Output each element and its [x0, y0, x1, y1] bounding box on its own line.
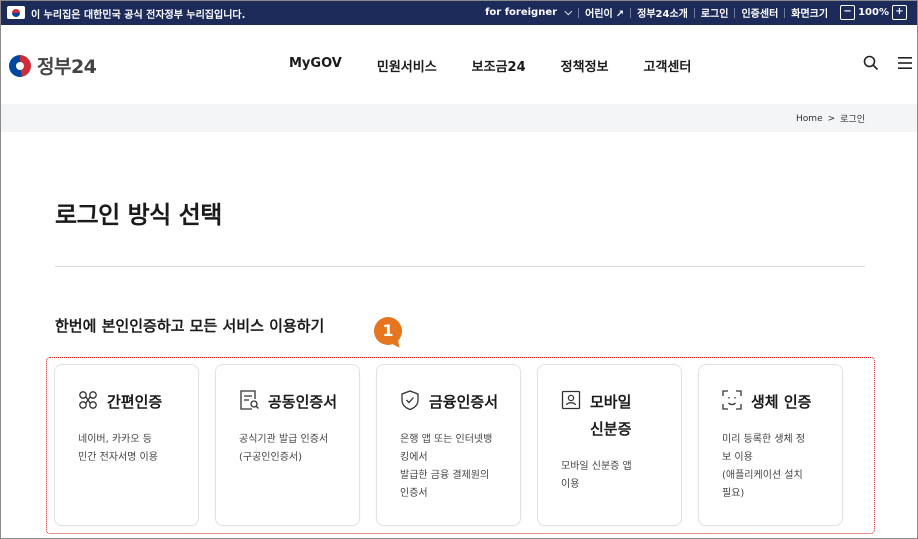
site-header: 정부24 MyGOV 민원서비스 보조금24 정책정보 고객센터	[1, 25, 917, 105]
zoom-out-button[interactable]: −	[840, 5, 856, 20]
kids-link[interactable]: 어린이 ↗	[579, 5, 630, 20]
zoom-in-button[interactable]: +	[892, 5, 907, 20]
card-description: 네이버, 카카오 등 민간 전자서명 이용	[78, 434, 158, 463]
screen-size-label: 화면크기	[791, 9, 829, 20]
cert-center-link[interactable]: 인증센터	[735, 5, 784, 20]
certificate-doc-icon	[240, 390, 259, 410]
face-scan-icon	[722, 390, 742, 410]
login-method-biometric[interactable]: 생체 인증 미리 등록한 생체 정 보 이용 (애플리케이션 설치 필요)	[698, 364, 843, 526]
login-method-simple-auth[interactable]: 간편인증 네이버, 카카오 등 민간 전자서명 이용	[54, 364, 199, 526]
card-description: 공식기관 발급 인증서 (구공인인증서)	[239, 434, 329, 463]
logo-text: 정부24	[37, 56, 97, 78]
login-link[interactable]: 로그인	[695, 5, 735, 20]
breadcrumb: Home > 로그인	[796, 112, 865, 126]
gov-notice-text: 이 누리집은 대한민국 공식 전자정부 누리집입니다.	[31, 10, 246, 21]
section-title: 한번에 본인인증하고 모든 서비스 이용하기	[55, 317, 325, 335]
nav-subsidy24[interactable]: 보조금24	[472, 56, 526, 75]
card-description: 모바일 신분증 앱 이용	[561, 461, 632, 490]
chevron-down-icon: ⌵	[564, 7, 573, 18]
card-title: 금융인증서	[429, 393, 499, 411]
about-gov24-link[interactable]: 정부24소개	[631, 5, 694, 20]
card-title: 공동인증서	[268, 393, 338, 411]
gov-emblem-icon	[9, 54, 31, 77]
external-link-icon: ↗	[615, 9, 625, 20]
search-icon[interactable]	[863, 55, 879, 71]
card-title: 간편인증	[107, 393, 163, 411]
card-description: 미리 등록한 생체 정 보 이용 (애플리케이션 설치 필요)	[722, 434, 806, 499]
browser-frame: 이 누리집은 대한민국 공식 전자정부 누리집입니다. for foreigne…	[0, 0, 918, 539]
for-foreigner-link[interactable]: for foreigner ⌵	[479, 7, 578, 18]
card-title: 생체 인증	[751, 393, 812, 411]
header-actions	[863, 55, 913, 71]
login-method-financial-certificate[interactable]: 금융인증서 은행 앱 또는 인터넷뱅 킹에서 발급한 금융 결제원의 인증서	[376, 364, 521, 526]
divider	[55, 266, 865, 267]
callout-badge: 1	[374, 317, 402, 345]
simple-auth-icon	[79, 391, 97, 409]
korean-flag-icon	[7, 6, 25, 19]
nav-civil-service[interactable]: 민원서비스	[377, 56, 437, 75]
logo[interactable]: 정부24	[9, 52, 97, 79]
nav-customer-center[interactable]: 고객센터	[644, 56, 692, 75]
breadcrumb-current: 로그인	[840, 115, 865, 125]
login-method-mobile-id[interactable]: 모바일 신분증 모바일 신분증 앱 이용	[537, 364, 682, 526]
nav-policy-info[interactable]: 정책정보	[561, 56, 609, 75]
breadcrumb-bar: Home > 로그인	[1, 104, 917, 132]
page-title: 로그인 방식 선택	[55, 201, 222, 229]
login-method-list: 간편인증 네이버, 카카오 등 민간 전자서명 이용 공동인증서 공식기관 발급…	[54, 364, 843, 526]
breadcrumb-separator: >	[827, 113, 836, 124]
zoom-control: − 100% +	[834, 5, 913, 20]
menu-icon[interactable]	[897, 56, 913, 70]
zoom-level: 100%	[858, 7, 889, 18]
card-description: 은행 앱 또는 인터넷뱅 킹에서 발급한 금융 결제원의 인증서	[400, 434, 493, 499]
login-method-joint-certificate[interactable]: 공동인증서 공식기관 발급 인증서 (구공인인증서)	[215, 364, 360, 526]
nav-mygov[interactable]: MyGOV	[289, 56, 342, 75]
gov-notice-bar: 이 누리집은 대한민국 공식 전자정부 누리집입니다. for foreigne…	[1, 1, 917, 25]
shield-check-icon	[401, 390, 419, 411]
utility-links: for foreigner ⌵ 어린이 ↗ 정부24소개 로그인 인증센터 화면크…	[479, 5, 913, 20]
card-title: 모바일 신분증	[590, 393, 632, 438]
breadcrumb-home[interactable]: Home	[796, 114, 823, 124]
mobile-id-icon	[561, 390, 581, 410]
main-nav: MyGOV 민원서비스 보조금24 정책정보 고객센터	[289, 56, 726, 75]
